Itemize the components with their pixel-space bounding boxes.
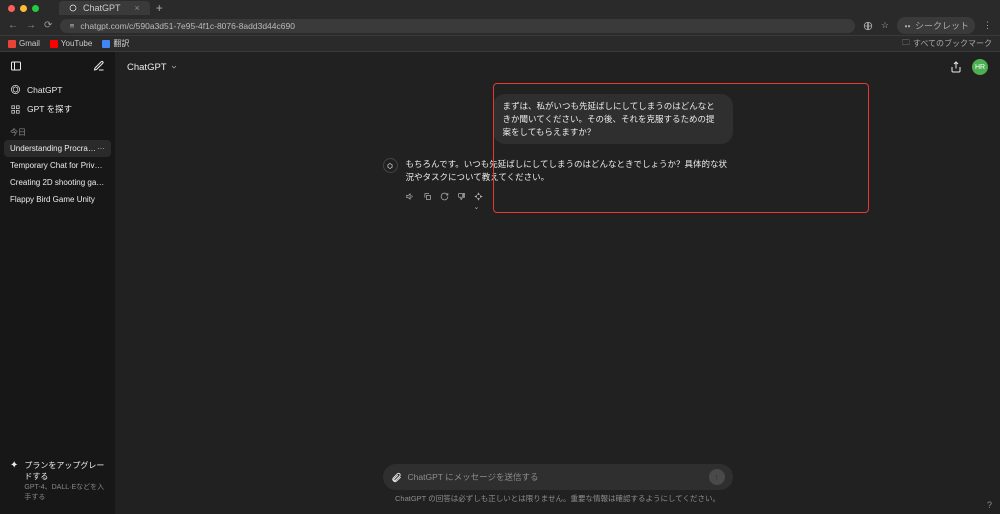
attach-icon[interactable] <box>391 472 402 483</box>
sidebar-conversation[interactable]: Flappy Bird Game Unity <box>0 191 115 208</box>
maximize-window-button[interactable] <box>32 5 39 12</box>
sidebar-section-today: 今日 <box>0 119 115 140</box>
main-header: ChatGPT HR <box>115 52 1000 82</box>
chatgpt-app: ChatGPT GPT を探す 今日 Understanding Procras… <box>0 52 1000 514</box>
sidebar-explore-label: GPT を探す <box>27 103 72 115</box>
tab-favicon <box>69 4 77 12</box>
assistant-avatar-icon <box>383 158 398 173</box>
copy-icon[interactable] <box>423 192 432 211</box>
input-area: ↑ ChatGPT の回答は必ずしも正しいとは限りません。重要な情報は確認するよ… <box>115 456 1000 514</box>
minimize-window-button[interactable] <box>20 5 27 12</box>
sidebar-conversation[interactable]: Temporary Chat for Privacy <box>0 157 115 174</box>
sidebar-item-explore[interactable]: GPT を探す <box>0 99 115 119</box>
user-avatar[interactable]: HR <box>972 59 988 75</box>
sidebar-chatgpt-label: ChatGPT <box>27 85 62 95</box>
tab-title: ChatGPT <box>83 3 121 13</box>
forward-button[interactable]: → <box>26 20 36 31</box>
main-panel: ChatGPT HR まずは、私がいつも先延ばしにしてしまうのはどんなときか聞い… <box>115 52 1000 514</box>
highlight-annotation <box>493 83 869 213</box>
model-selector[interactable]: ChatGPT <box>127 62 178 73</box>
new-tab-button[interactable]: + <box>156 1 163 15</box>
thumbs-down-icon[interactable] <box>457 192 466 211</box>
bookmarks-bar: Gmail YouTube 翻訳 🗀 すべてのブックマーク <box>0 36 1000 52</box>
url-text: chatgpt.com/c/590a3d51-7e95-4f1c-8076-8a… <box>80 21 295 31</box>
incognito-badge[interactable]: シークレット <box>897 17 975 34</box>
conversation-title: Understanding Procrastination <box>10 144 97 153</box>
explore-icon <box>10 104 21 115</box>
close-tab-icon[interactable]: × <box>135 3 140 13</box>
model-switch-icon[interactable]: ⌄ <box>474 192 483 211</box>
browser-tab[interactable]: ChatGPT × <box>59 1 150 15</box>
gmail-icon <box>8 40 16 48</box>
message-input[interactable] <box>408 472 703 482</box>
sidebar-item-chatgpt[interactable]: ChatGPT <box>0 80 115 99</box>
disclaimer-text: ChatGPT の回答は必ずしも正しいとは限りません。重要な情報は確認するように… <box>115 490 1000 510</box>
sidebar-conversation[interactable]: Creating 2D shooting game <box>0 174 115 191</box>
bookmark-translate[interactable]: 翻訳 <box>102 38 129 49</box>
browser-urlbar: ← → ⟳ chatgpt.com/c/590a3d51-7e95-4f1c-8… <box>0 16 1000 36</box>
incognito-icon <box>903 21 912 30</box>
site-info-icon[interactable] <box>68 22 76 30</box>
back-button[interactable]: ← <box>8 20 18 31</box>
incognito-label: シークレット <box>915 19 969 32</box>
reload-button[interactable]: ⟳ <box>44 20 52 31</box>
upgrade-title: プランをアップグレードする <box>24 460 105 482</box>
regenerate-icon[interactable] <box>440 192 449 211</box>
bookmark-gmail[interactable]: Gmail <box>8 39 40 48</box>
send-button[interactable]: ↑ <box>709 469 725 485</box>
message-input-wrap: ↑ <box>383 464 733 490</box>
address-bar[interactable]: chatgpt.com/c/590a3d51-7e95-4f1c-8076-8a… <box>60 19 855 33</box>
help-icon[interactable]: ? <box>987 500 992 510</box>
chatgpt-icon <box>10 84 21 95</box>
sidebar-conversation-active[interactable]: Understanding Procrastination ⋯ <box>4 140 111 157</box>
folder-icon: 🗀 <box>902 37 910 51</box>
window-controls <box>8 5 39 12</box>
close-window-button[interactable] <box>8 5 15 12</box>
conversation-title: Flappy Bird Game Unity <box>10 195 95 204</box>
browser-titlebar: ChatGPT × + <box>0 0 1000 16</box>
upgrade-subtitle: GPT-4、DALL·Eなどを入手する <box>24 482 105 502</box>
bookmark-youtube[interactable]: YouTube <box>50 39 92 48</box>
collapse-sidebar-icon[interactable] <box>10 60 22 72</box>
conversation-more-icon[interactable]: ⋯ <box>97 144 105 153</box>
avatar-initials: HR <box>975 64 985 71</box>
sidebar: ChatGPT GPT を探す 今日 Understanding Procras… <box>0 52 115 514</box>
share-icon[interactable] <box>950 61 962 73</box>
conversation-title: Creating 2D shooting game <box>10 178 107 187</box>
new-chat-icon[interactable] <box>93 60 105 72</box>
model-name: ChatGPT <box>127 62 167 73</box>
sparkle-icon: ✦ <box>10 460 18 471</box>
conversation-title: Temporary Chat for Privacy <box>10 161 107 170</box>
bookmark-star-icon[interactable]: ☆ <box>881 20 889 31</box>
conversation-area: まずは、私がいつも先延ばしにしてしまうのはどんなときか聞いてください。その後、そ… <box>115 82 1000 456</box>
menu-icon[interactable]: ⋮ <box>983 20 992 31</box>
read-aloud-icon[interactable] <box>406 192 415 211</box>
translate-bm-icon <box>102 40 110 48</box>
url-actions: ☆ シークレット ⋮ <box>863 17 992 34</box>
chevron-down-icon <box>170 63 178 71</box>
sidebar-upgrade[interactable]: ✦ プランをアップグレードする GPT-4、DALL·Eなどを入手する <box>0 454 115 508</box>
youtube-icon <box>50 40 58 48</box>
translate-icon[interactable] <box>863 21 873 31</box>
all-bookmarks[interactable]: 🗀 すべてのブックマーク <box>902 37 992 51</box>
